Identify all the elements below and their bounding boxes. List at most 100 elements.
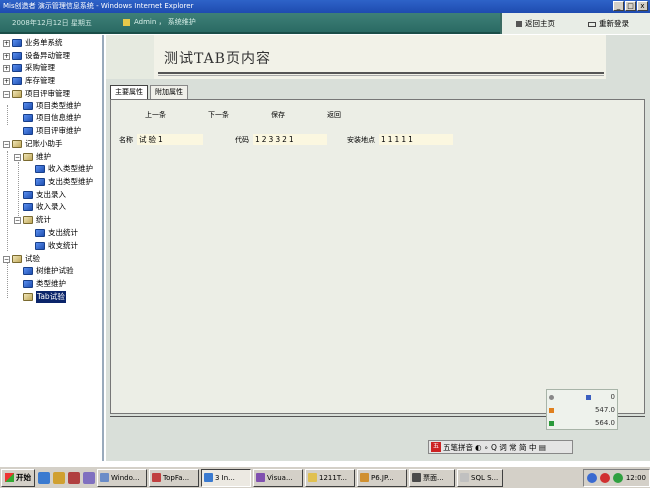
app-icon — [412, 473, 421, 482]
ime-options[interactable]: ◐ ∘ Q 词 常 简 中 ▤ — [475, 442, 546, 453]
book-icon — [23, 114, 33, 122]
taskbar-item[interactable]: 票面... — [409, 468, 455, 487]
header-divider-thin — [158, 75, 604, 76]
minimize-button[interactable]: _ — [613, 1, 624, 11]
save-link[interactable]: 保存 — [271, 110, 285, 120]
tree-item-expense-type[interactable]: 支出类型维护 — [35, 176, 93, 188]
header-links-panel: 返回主页 重新登录 — [500, 13, 650, 34]
expand-icon[interactable]: + — [3, 39, 10, 47]
taskbar-item[interactable]: P6.JP... — [357, 468, 407, 487]
code-input[interactable]: 123321 — [253, 134, 327, 145]
name-input[interactable]: 试验1 — [137, 134, 203, 145]
ime-toolbar[interactable]: 五 五笔拼音 ◐ ∘ Q 词 常 简 中 ▤ — [428, 440, 573, 454]
open-book-icon — [23, 216, 33, 224]
tab-extra-attributes[interactable]: 附加属性 — [150, 85, 188, 99]
tree-item-inventory[interactable]: + 库存管理 — [3, 75, 55, 87]
image-icon — [360, 473, 369, 482]
navigation-tree: + 业务单系统 + 设备异动管理 + 采购管理 + 库存管理 − 项目评审管理 项目类型维… — [0, 35, 104, 461]
tree-item-statistics[interactable]: − 统计 — [14, 214, 51, 226]
maximize-button[interactable]: □ — [625, 1, 636, 11]
next-record-link[interactable]: 下一条 — [208, 110, 229, 120]
relogin-link[interactable]: 重新登录 — [588, 18, 629, 29]
tree-item-income-entry[interactable]: 收入录入 — [23, 201, 66, 213]
relogin-link-label: 重新登录 — [599, 19, 629, 28]
tree-line — [7, 105, 8, 125]
tray-icon[interactable] — [612, 472, 623, 483]
tree-item-purchase[interactable]: + 采购管理 — [3, 62, 55, 74]
database-icon — [460, 473, 469, 482]
ie-icon — [204, 473, 213, 482]
start-label: 开始 — [16, 473, 31, 482]
tree-item-label: 试验 — [25, 254, 40, 263]
collapse-icon[interactable]: − — [3, 255, 10, 263]
open-book-icon — [23, 153, 33, 161]
collapse-icon[interactable]: − — [3, 140, 10, 148]
tree-item-expense-stats[interactable]: 支出统计 — [35, 227, 78, 239]
home-link[interactable]: 返回主页 — [516, 18, 555, 29]
taskbar-item[interactable]: Visua... — [253, 468, 303, 487]
collapse-icon[interactable]: − — [14, 153, 21, 161]
book-icon — [23, 203, 33, 211]
ime-logo-icon: 五 — [431, 442, 441, 452]
name-field: 名称 试验1 — [119, 134, 203, 145]
tree-item-label: 设备异动管理 — [25, 51, 70, 60]
collapse-icon[interactable]: − — [14, 216, 21, 224]
tree-item-project-info[interactable]: 项目信息维护 — [23, 112, 81, 124]
tab-main-attributes[interactable]: 主要属性 — [110, 85, 148, 99]
name-label: 名称 — [119, 135, 133, 144]
taskbar-item-label: SQL S... — [471, 473, 499, 482]
header-date: 2008年12月12日 星期五 — [12, 19, 92, 27]
header-user: Admin ， 系统维护 — [123, 17, 196, 27]
taskbar-item[interactable]: 1211T... — [305, 468, 355, 487]
open-book-icon — [12, 90, 22, 98]
tree-item-label: 收入类型维护 — [48, 164, 93, 173]
open-book-icon — [12, 140, 22, 148]
key-icon — [588, 21, 596, 27]
prev-record-link[interactable]: 上一条 — [145, 110, 166, 120]
book-icon — [12, 52, 22, 60]
page-header-accent — [106, 35, 154, 79]
expand-icon[interactable]: + — [3, 77, 10, 85]
tree-item-label: 收支统计 — [48, 241, 78, 250]
close-button[interactable]: x — [637, 1, 648, 11]
tree-item-label: 库存管理 — [25, 76, 55, 85]
folder-quicklaunch-icon[interactable] — [53, 471, 65, 484]
expand-icon[interactable]: + — [3, 64, 10, 72]
taskbar-item-active[interactable]: 3 In... — [201, 468, 251, 487]
page-title: 测试TAB页内容 — [164, 51, 271, 67]
tree-item-tab-test[interactable]: Tab试验 — [23, 291, 66, 303]
tree-item-label: 支出录入 — [36, 190, 66, 199]
expand-icon[interactable]: + — [3, 52, 10, 60]
tree-item-income-type[interactable]: 收入类型维护 — [35, 163, 93, 175]
tree-item-maintain[interactable]: − 维护 — [14, 151, 51, 163]
tree-item-expense-entry[interactable]: 支出录入 — [23, 189, 66, 201]
tray-icon[interactable] — [599, 472, 610, 483]
app-quicklaunch-icon[interactable] — [68, 471, 80, 484]
tray-icon[interactable] — [586, 472, 597, 483]
app-quicklaunch-icon[interactable] — [83, 471, 95, 484]
stats-value: 0 — [610, 393, 615, 401]
tree-item-accounting[interactable]: − 记账小助手 — [3, 138, 63, 150]
tree-item-type-maintain[interactable]: 类型维护 — [23, 278, 66, 290]
tree-item-label: 收入录入 — [36, 202, 66, 211]
tree-item-project-type[interactable]: 项目类型维护 — [23, 100, 81, 112]
taskbar-item[interactable]: TopFa... — [149, 468, 199, 487]
tree-item-project-eval[interactable]: 项目评审维护 — [23, 125, 81, 137]
start-button[interactable]: 开始 — [1, 468, 35, 487]
tree-item-tree-test[interactable]: 树维护试验 — [23, 265, 74, 277]
window-title: Mis创造者 演示管理信息系统 - Windows Internet Explo… — [3, 2, 194, 10]
tree-item-device[interactable]: + 设备异动管理 — [3, 50, 70, 62]
tree-item-project-review[interactable]: − 项目评审管理 — [3, 88, 70, 100]
home-link-label: 返回主页 — [525, 19, 555, 28]
tree-item-business[interactable]: + 业务单系统 — [3, 37, 63, 49]
tree-item-test[interactable]: − 试验 — [3, 253, 40, 265]
taskbar-item[interactable]: Windo... — [97, 468, 147, 487]
collapse-icon[interactable]: − — [3, 90, 10, 98]
book-icon — [23, 191, 33, 199]
location-input[interactable]: 11111 — [379, 134, 453, 145]
tree-item-balance-stats[interactable]: 收支统计 — [35, 240, 78, 252]
back-link[interactable]: 返回 — [327, 110, 341, 120]
taskbar-item[interactable]: SQL S... — [457, 468, 503, 487]
ie-quicklaunch-icon[interactable] — [38, 471, 50, 484]
tab-bar: 主要属性 附加属性 — [110, 85, 188, 99]
